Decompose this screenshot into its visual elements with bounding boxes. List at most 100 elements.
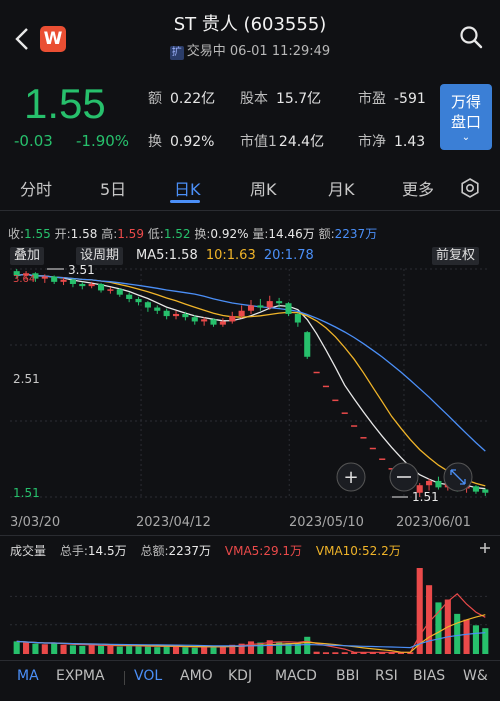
candlestick-chart[interactable]: 2.51 1.51 3.64 3.51 1.51 + 3/03/20 2023/… [0,265,500,537]
volume-bar [201,647,208,654]
overlay-button[interactable]: 叠加 [10,247,45,265]
candle-body [201,319,208,322]
volume-bar [313,651,320,654]
candle-body [247,305,255,311]
quote-field-shares: 股本 15.7亿 [240,91,322,107]
chart-grid [10,268,490,498]
volume-bar [191,647,198,654]
volume-bar [32,643,39,654]
candle-body [144,302,151,308]
candle-body [51,276,58,282]
period-tabs: 分时 5日 日K 周K 月K 更多 [0,170,500,204]
high-marker-label: 3.51 [68,265,95,277]
candle-body [322,385,330,388]
indicator-macd[interactable]: MACD [275,668,317,684]
adjust-mode-button[interactable]: 前复权 [432,247,480,265]
volume-bar [472,625,479,654]
date-label: 2023/04/12 [136,515,211,530]
quote-field-pe: 市盈 -591 [358,91,426,107]
candle-body [154,307,161,311]
candle-body [257,305,264,308]
date-label: 2023/05/10 [289,515,364,530]
candle-body [304,332,311,357]
zoom-out-button[interactable] [389,462,419,492]
volume-bar [23,642,30,654]
volume-bar [416,568,423,654]
divider [0,210,500,211]
candle-body [472,486,479,492]
volume-bar [163,646,170,654]
tab-daily-k[interactable]: 日K [174,176,201,200]
quote-field-mktcap: 市值1 24.4亿 [240,134,325,150]
low-marker-label: 1.51 [412,490,439,504]
zoom-in-button[interactable]: + [336,462,366,492]
candle-body [60,279,67,282]
trade-status: 扩交易中 06-01 11:29:49 [169,44,331,60]
quote-field-amount: 额 0.22亿 [148,91,216,107]
indicator-rsi[interactable]: RSI [375,668,398,684]
volume-bar [126,645,133,654]
volume-bar [51,643,58,654]
candle-body [41,276,48,279]
date-label: 2023/06/01 [396,515,471,530]
tab-more[interactable]: 更多 [402,176,434,200]
divider [0,660,500,661]
indicator-expma[interactable]: EXPMA [56,668,105,684]
stock-title: ST 贵人 (603555) [173,14,327,35]
candle-body [163,310,170,317]
candle-body [435,480,442,488]
volume-bar [60,644,67,654]
settings-gear-icon[interactable] [460,178,480,198]
indicator-bias[interactable]: BIAS [413,668,445,684]
price-change: -0.03 [14,132,53,150]
tab-5day[interactable]: 5日 [100,176,126,200]
set-period-button[interactable]: 设周期 [76,247,124,265]
candle-body [426,480,433,486]
candle-body [69,279,76,284]
volume-bar [69,645,76,654]
indicator-kdj[interactable]: KDJ [228,668,252,684]
search-icon[interactable] [458,24,484,50]
candle-body [276,301,283,304]
volume-bar [332,652,339,654]
candle-body [191,317,198,322]
candle-body [482,489,489,493]
candle-body [107,289,114,291]
candle-body [351,425,358,427]
candle-body [229,316,236,322]
volume-bar [463,619,470,654]
tab-weekly-k[interactable]: 周K [250,176,277,200]
axis-label-low: 1.51 [13,486,40,500]
candle-body [266,301,273,308]
candle-body [172,313,180,317]
volume-bar [41,644,48,654]
candle-body [379,458,386,460]
volume-bar [97,645,105,654]
volume-bar [304,636,311,654]
indicator-amo[interactable]: AMO [180,668,213,684]
indicator-bbi[interactable]: BBI [336,668,359,684]
candle-body [285,303,292,314]
volume-settings-icon[interactable] [478,541,492,555]
price-change-pct: -1.90% [76,132,130,150]
volume-bar [79,645,86,654]
plus-icon: + [343,467,358,488]
volume-header: 成交量 总手:14.5万 总额:2237万 VMA5:29.1万 VMA10:5… [10,544,401,558]
fullscreen-button[interactable] [443,462,473,492]
volume-bar [13,641,20,654]
volume-chart[interactable] [0,562,500,658]
indicator-wr[interactable]: W& [463,668,488,684]
candle-body [116,289,123,295]
candle-body [210,319,217,325]
wind-orderbook-button[interactable]: 万得 盘口 ⌄ [440,84,492,150]
indicator-ma[interactable]: MA [17,668,39,684]
tab-intraday[interactable]: 分时 [20,176,52,200]
tab-monthly-k[interactable]: 月K [328,176,355,200]
candle-body [341,412,348,414]
volume-bar [88,644,95,654]
indicator-vol[interactable]: VOL [134,668,162,684]
candle-body [360,437,367,439]
volume-bar [482,628,489,654]
expand-badge[interactable]: 扩 [169,46,184,60]
axis-label-mid: 2.51 [13,372,40,386]
